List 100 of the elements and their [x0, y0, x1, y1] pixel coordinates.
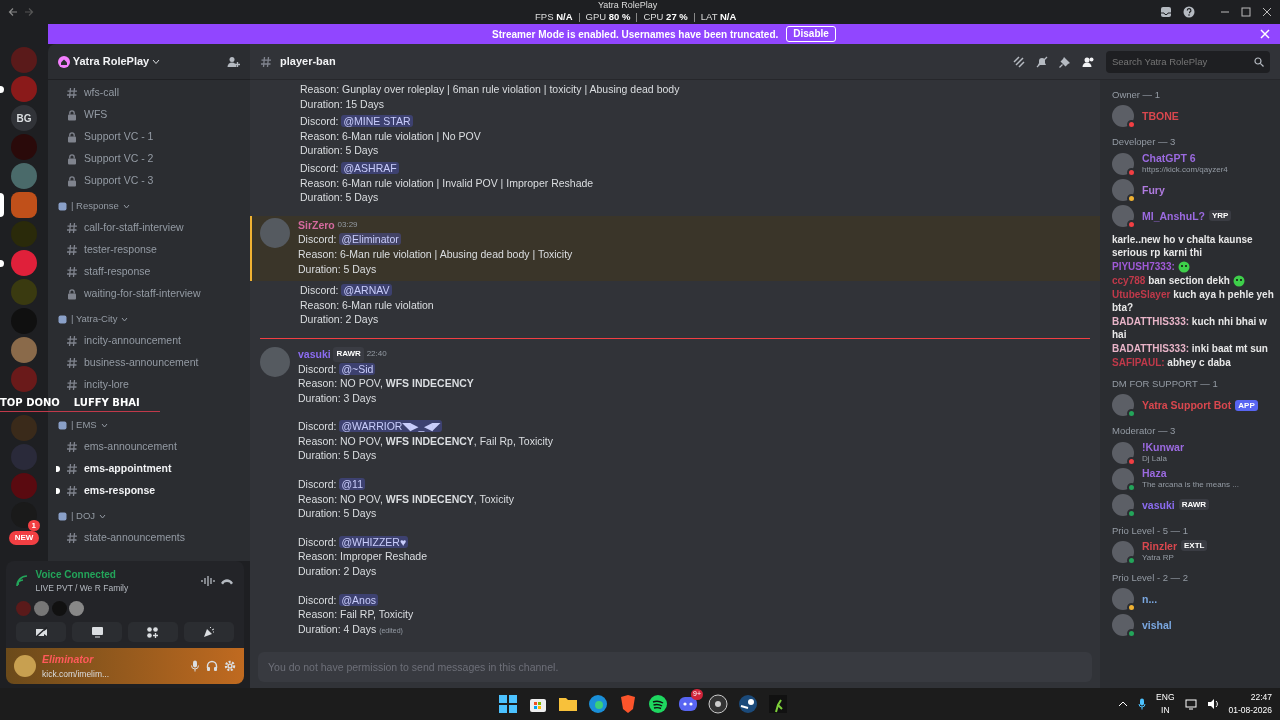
record-icon — [706, 692, 730, 716]
duration-line: Duration: 5 Days — [300, 190, 380, 205]
search-icon — [1254, 56, 1264, 67]
channel-item[interactable]: WFS — [56, 104, 242, 126]
channel-item[interactable]: ems-response — [56, 480, 242, 502]
duration-line: Duration: 5 Days — [300, 143, 380, 158]
member-group-header: Prio Level - 2 — 2 — [1112, 570, 1190, 585]
server-icon[interactable] — [11, 192, 37, 218]
channel-item[interactable]: ems-appointment — [56, 458, 242, 480]
headphones-icon[interactable] — [206, 660, 218, 672]
help-icon[interactable] — [1183, 6, 1195, 18]
chat-message: BADATTHIS333: inki baat mt sun — [1112, 342, 1269, 356]
chevron-up-icon[interactable] — [1118, 701, 1129, 707]
back-arrow-icon[interactable] — [8, 7, 18, 17]
member-name: TBONE — [1142, 110, 1179, 123]
member-item[interactable]: Fury — [1112, 176, 1169, 203]
channel-category[interactable]: | EMS — [56, 414, 108, 436]
server-icon[interactable] — [11, 502, 37, 528]
chat-message: SAFIPAUL: abhey c daba — [1112, 356, 1232, 370]
hash-icon — [66, 441, 78, 453]
channel-item[interactable]: incity-announcement — [56, 330, 242, 352]
channel-category[interactable]: | DOJ — [56, 505, 107, 527]
member-name: !Kunwar — [1142, 440, 1184, 453]
member-item[interactable]: Rinzler EXTL Yatra RP — [1112, 538, 1212, 565]
server-icon[interactable] — [11, 337, 37, 363]
threads-icon[interactable] — [1013, 55, 1025, 68]
music-app[interactable] — [646, 692, 670, 716]
language-indicator[interactable]: ENG IN — [1156, 691, 1175, 717]
chevron-down-icon — [151, 58, 160, 65]
member-item[interactable]: n... — [1112, 586, 1162, 613]
screen-share-button[interactable] — [71, 622, 123, 642]
close-icon[interactable] — [1262, 7, 1272, 17]
channel-item[interactable]: business-announcement — [56, 352, 242, 374]
overlay-name: LUFFY BHAI — [73, 396, 140, 409]
members-icon[interactable] — [1082, 55, 1095, 68]
member-item[interactable]: Yatra Support Bot APP — [1112, 392, 1262, 419]
member-item[interactable]: Haza The arcana is the means ... — [1112, 465, 1243, 492]
member-name: Rinzler — [1142, 539, 1177, 552]
member-item[interactable]: vishal — [1112, 612, 1176, 639]
member-name: ChatGPT 6 — [1142, 151, 1196, 164]
perf-stat: GPU 80 % — [585, 11, 631, 23]
soundboard-button[interactable] — [183, 622, 234, 642]
lock-icon — [66, 288, 78, 300]
member-item[interactable]: !Kunwar Dj Lala — [1112, 439, 1188, 466]
channel-item[interactable]: Support VC - 1 — [56, 126, 242, 148]
user-avatar — [14, 655, 36, 677]
chat-message: UtubeSlayer kuch aya h pehle yeh bta? — [1112, 288, 1274, 315]
member-item[interactable]: TBONE — [1112, 103, 1183, 130]
network-icon[interactable] — [1184, 698, 1197, 710]
inbox-icon[interactable] — [1160, 6, 1172, 18]
sound-wave-icon[interactable] — [200, 575, 215, 588]
channel-item[interactable]: incity-lore — [56, 374, 242, 396]
running-figure-app[interactable] — [766, 692, 790, 716]
channel-item[interactable]: Support VC - 3 — [56, 170, 242, 192]
settings-icon[interactable] — [224, 660, 236, 672]
start-button[interactable] — [496, 692, 520, 716]
member-item[interactable]: vasuki RAWR — [1112, 491, 1214, 518]
muted-bell-icon[interactable] — [1036, 55, 1048, 68]
clock[interactable]: 22:47 01-08-2026 — [1228, 691, 1272, 717]
channel-item[interactable]: tester-response — [56, 239, 242, 261]
channel-item[interactable]: Support VC - 2 — [56, 148, 242, 170]
server-name[interactable]: Yatra RolePlay — [58, 53, 160, 70]
record-app[interactable] — [706, 692, 730, 716]
hang-up-icon[interactable] — [220, 577, 234, 586]
channel-item[interactable]: call-for-staff-interview — [56, 217, 242, 239]
channel-name: player-ban — [280, 54, 336, 70]
channel-category[interactable]: | Yatra-City — [56, 308, 129, 330]
server-icon[interactable]: BG — [11, 105, 37, 131]
activities-button[interactable] — [127, 622, 179, 642]
volume-icon[interactable] — [1206, 698, 1219, 710]
member-item[interactable]: ChatGPT 6 https://kick.com/qayzer4 — [1112, 150, 1232, 177]
channel-item[interactable]: waiting-for-staff-interview — [56, 283, 242, 305]
lock-icon — [66, 131, 78, 143]
server-item[interactable]: 1 — [0, 502, 48, 528]
add-member-icon[interactable] — [227, 55, 240, 68]
camera-off-button[interactable] — [16, 622, 67, 642]
author-name[interactable]: SirZero — [298, 217, 335, 233]
disable-button[interactable]: Disable — [786, 26, 836, 42]
server-icon[interactable] — [11, 250, 37, 276]
guild-tag: RAWR — [333, 346, 364, 362]
signal-icon — [16, 575, 30, 588]
member-group-header: Owner — 1 — [1112, 88, 1162, 102]
channel-category[interactable]: | Response — [56, 195, 130, 217]
channel-item[interactable]: staff-response — [56, 261, 242, 283]
channel-item[interactable]: ems-announcement — [56, 436, 242, 458]
voice-status[interactable]: Voice Connected — [35, 567, 195, 583]
channel-item[interactable]: state-announcements — [56, 527, 242, 549]
new-servers-badge[interactable]: NEW — [8, 531, 40, 545]
member-item[interactable]: MI_AnshuL? YRP — [1112, 202, 1236, 229]
banner-text: Streamer Mode is enabled. Usernames have been truncated. — [492, 27, 779, 42]
pin-icon[interactable] — [1059, 55, 1071, 68]
maximize-icon[interactable] — [1241, 7, 1251, 17]
search-field[interactable]: Search Yatra RolePlay — [1106, 50, 1270, 73]
channel-item[interactable]: wfs-call — [56, 82, 242, 104]
reason-line: Reason: 6-Man rule violation | No POV — [300, 128, 482, 144]
duration-line: Duration: 2 Days — [300, 312, 380, 327]
microphone-icon[interactable] — [1138, 698, 1147, 710]
server-item[interactable]: BG — [0, 105, 48, 131]
discord-line: Discord: @11 — [298, 477, 366, 492]
author-name[interactable]: vasuki — [298, 346, 331, 362]
